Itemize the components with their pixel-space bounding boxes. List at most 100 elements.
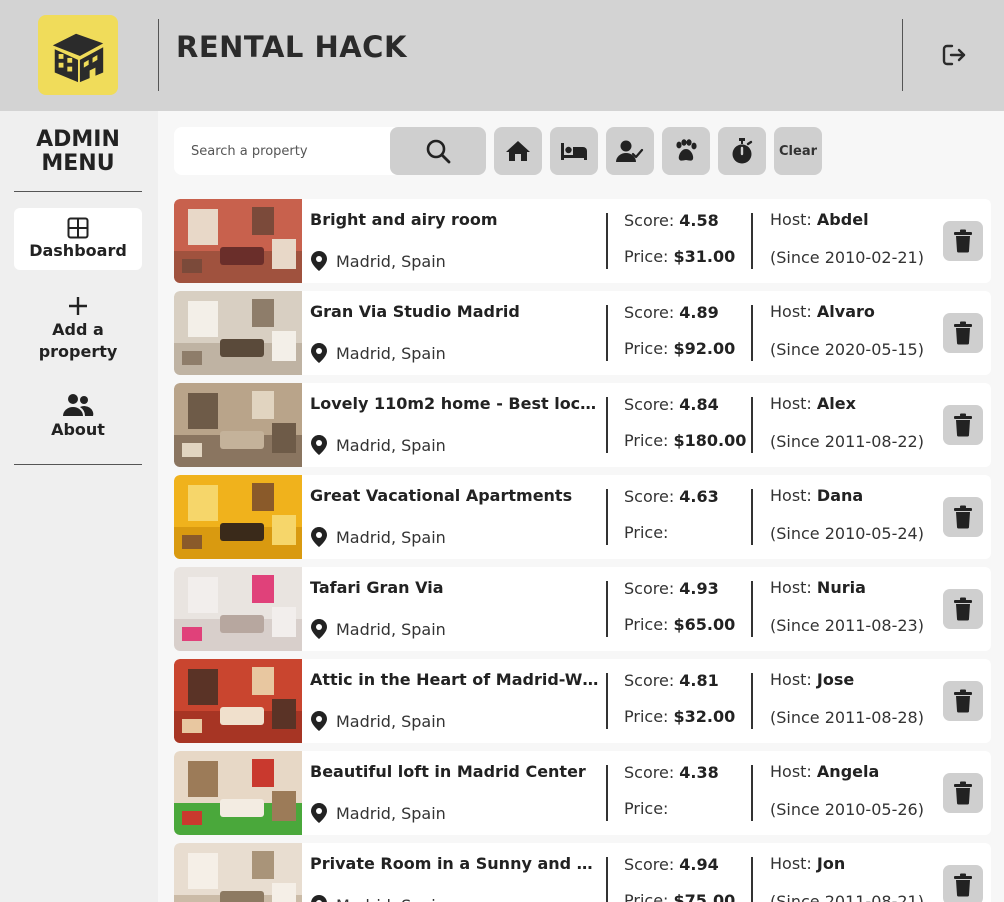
header-divider bbox=[158, 19, 159, 91]
map-pin-icon bbox=[311, 251, 327, 271]
sidebar-item-label: Add a bbox=[52, 320, 104, 339]
listing-title[interactable]: Bright and airy room bbox=[310, 210, 602, 229]
listing-title[interactable]: Beautiful loft in Madrid Center bbox=[310, 762, 602, 781]
listing-card[interactable]: Beautiful loft in Madrid Center Madrid, … bbox=[174, 751, 991, 835]
property-photo[interactable] bbox=[174, 659, 302, 743]
listing-price: Price: $180.00 bbox=[624, 431, 746, 450]
delete-listing-button[interactable] bbox=[943, 313, 983, 353]
sidebar-item-about[interactable]: About bbox=[14, 392, 142, 442]
listing-card[interactable]: Bright and airy room Madrid, Spain Score… bbox=[174, 199, 991, 283]
listing-title[interactable]: Great Vacational Apartments bbox=[310, 486, 602, 505]
column-divider bbox=[751, 673, 753, 729]
delete-listing-button[interactable] bbox=[943, 865, 983, 902]
property-photo-image bbox=[174, 659, 302, 743]
search-input[interactable] bbox=[174, 127, 390, 175]
listing-location: Madrid, Spain bbox=[310, 526, 446, 548]
listing-title[interactable]: Private Room in a Sunny and Luxury... bbox=[310, 854, 602, 873]
delete-listing-button[interactable] bbox=[943, 773, 983, 813]
user-check-icon bbox=[616, 140, 644, 162]
plus-icon bbox=[69, 297, 87, 315]
map-pin-icon bbox=[311, 619, 327, 639]
sidebar-item-add-property[interactable]: Add a property bbox=[14, 295, 142, 365]
listing-card[interactable]: Great Vacational Apartments Madrid, Spai… bbox=[174, 475, 991, 559]
score-value: 4.81 bbox=[679, 671, 719, 690]
delete-listing-button[interactable] bbox=[943, 405, 983, 445]
trash-icon bbox=[954, 505, 972, 529]
score-label: Score: bbox=[624, 303, 675, 322]
score-label: Score: bbox=[624, 671, 675, 690]
listing-location-text: Madrid, Spain bbox=[336, 619, 446, 639]
listing-location: Madrid, Spain bbox=[310, 894, 446, 902]
delete-listing-button[interactable] bbox=[943, 681, 983, 721]
logout-button[interactable] bbox=[940, 41, 968, 69]
delete-listing-button[interactable] bbox=[943, 497, 983, 537]
score-label: Score: bbox=[624, 487, 675, 506]
app-header: RENTAL HACK bbox=[0, 0, 1004, 111]
score-value: 4.94 bbox=[679, 855, 719, 874]
property-photo[interactable] bbox=[174, 751, 302, 835]
listing-card[interactable]: Tafari Gran Via Madrid, Spain Score: 4.9… bbox=[174, 567, 991, 651]
listing-card[interactable]: Attic in the Heart of Madrid-WIFI Madrid… bbox=[174, 659, 991, 743]
listing-price: Price: $75.00 bbox=[624, 891, 735, 902]
listing-title[interactable]: Tafari Gran Via bbox=[310, 578, 602, 597]
property-photo[interactable] bbox=[174, 567, 302, 651]
logo[interactable] bbox=[38, 15, 118, 95]
price-value: $180.00 bbox=[673, 431, 747, 450]
listing-host: Host: Jose bbox=[770, 670, 854, 689]
listing-card[interactable]: Gran Via Studio Madrid Madrid, Spain Sco… bbox=[174, 291, 991, 375]
map-pin-icon bbox=[311, 803, 327, 823]
filter-home-button[interactable] bbox=[494, 127, 542, 175]
logout-icon bbox=[942, 44, 966, 66]
property-photo[interactable] bbox=[174, 383, 302, 467]
price-value: $31.00 bbox=[673, 247, 736, 266]
main-content: Clear Bright and airy room bbox=[158, 111, 1004, 902]
delete-listing-button[interactable] bbox=[943, 221, 983, 261]
filter-host-verified-button[interactable] bbox=[606, 127, 654, 175]
filter-pets-button[interactable] bbox=[662, 127, 710, 175]
bed-icon bbox=[561, 143, 587, 160]
score-value: 4.63 bbox=[679, 487, 719, 506]
listing-location: Madrid, Spain bbox=[310, 710, 446, 732]
host-since: (Since 2010-02-21) bbox=[770, 248, 924, 267]
delete-listing-button[interactable] bbox=[943, 589, 983, 629]
host-label: Host: bbox=[770, 854, 812, 873]
listing-score: Score: 4.58 bbox=[624, 211, 719, 230]
listing-location: Madrid, Spain bbox=[310, 250, 446, 272]
listing-location-text: Madrid, Spain bbox=[336, 435, 446, 455]
listing-title[interactable]: Attic in the Heart of Madrid-WIFI bbox=[310, 670, 602, 689]
admin-sidebar: ADMIN MENU Dashboard Add a property Abou… bbox=[0, 111, 158, 902]
clear-filters-button[interactable]: Clear bbox=[774, 127, 822, 175]
listing-card[interactable]: Private Room in a Sunny and Luxury... Ma… bbox=[174, 843, 991, 902]
price-label: Price: bbox=[624, 891, 669, 902]
host-label: Host: bbox=[770, 210, 812, 229]
listing-title[interactable]: Gran Via Studio Madrid bbox=[310, 302, 602, 321]
listing-title[interactable]: Lovely 110m2 home - Best location! bbox=[310, 394, 602, 413]
score-value: 4.93 bbox=[679, 579, 719, 598]
column-divider bbox=[606, 489, 608, 545]
search-button[interactable] bbox=[390, 127, 486, 175]
trash-icon bbox=[954, 781, 972, 805]
property-photo-image bbox=[174, 567, 302, 651]
listing-host: Host: Abdel bbox=[770, 210, 869, 229]
sidebar-item-dashboard[interactable]: Dashboard bbox=[14, 208, 142, 270]
app-title: RENTAL HACK bbox=[176, 30, 407, 64]
score-label: Score: bbox=[624, 211, 675, 230]
property-photo[interactable] bbox=[174, 291, 302, 375]
filter-bed-button[interactable] bbox=[550, 127, 598, 175]
column-divider bbox=[751, 489, 753, 545]
price-value: $75.00 bbox=[673, 891, 736, 902]
property-photo[interactable] bbox=[174, 475, 302, 559]
sidebar-item-label-2: property bbox=[38, 342, 118, 361]
filter-instant-button[interactable] bbox=[718, 127, 766, 175]
home-icon bbox=[506, 141, 530, 161]
listing-host: Host: Angela bbox=[770, 762, 879, 781]
score-label: Score: bbox=[624, 579, 675, 598]
listing-card[interactable]: Lovely 110m2 home - Best location! Madri… bbox=[174, 383, 991, 467]
property-photo[interactable] bbox=[174, 843, 302, 902]
host-since: (Since 2020-05-15) bbox=[770, 340, 924, 359]
host-since: (Since 2011-08-21) bbox=[770, 892, 924, 902]
property-photo[interactable] bbox=[174, 199, 302, 283]
building-icon bbox=[52, 33, 104, 83]
score-value: 4.89 bbox=[679, 303, 719, 322]
listing-price: Price: $31.00 bbox=[624, 247, 735, 266]
